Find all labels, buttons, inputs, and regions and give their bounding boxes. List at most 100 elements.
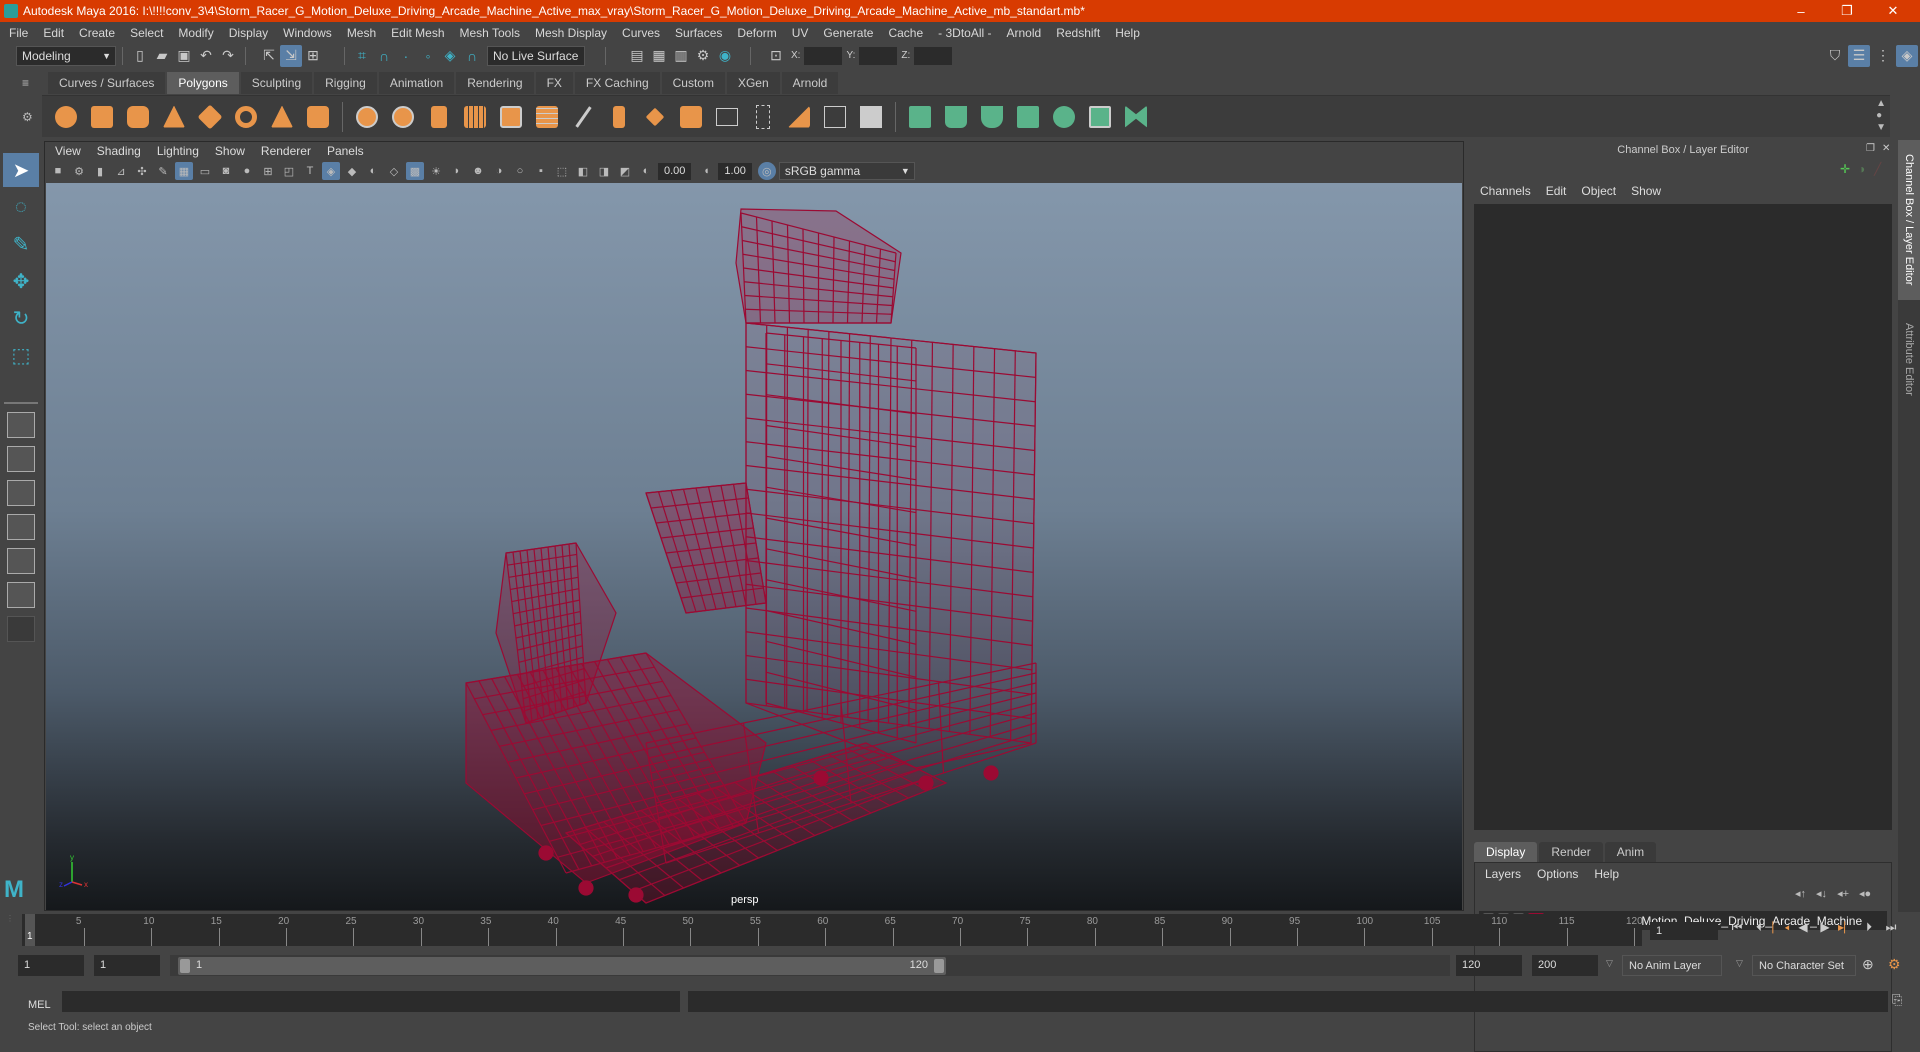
menu-modify[interactable]: Modify — [178, 26, 213, 40]
viewport-menu-view[interactable]: View — [55, 144, 81, 158]
arnold-standard-surface-icon[interactable] — [902, 101, 938, 133]
bridge-icon[interactable] — [637, 101, 673, 133]
snap-surface-icon[interactable]: ◈ — [439, 45, 461, 67]
isolate-select-icon[interactable]: ⬚ — [553, 162, 571, 180]
anim-layer-dropdown[interactable]: No Anim Layer — [1622, 955, 1722, 976]
layer-tab-anim[interactable]: Anim — [1605, 842, 1656, 862]
motion-blur-icon[interactable]: ◑ — [490, 162, 508, 180]
gamma-icon[interactable]: ◖ — [697, 162, 715, 180]
outliner-persp-layout-icon[interactable] — [7, 480, 35, 506]
tool-settings-icon[interactable]: ⋮ — [1872, 45, 1894, 67]
close-panel-icon[interactable]: ✕ — [1882, 143, 1890, 154]
2d-pan-zoom-icon[interactable]: ✣ — [133, 162, 151, 180]
channel-box-toggle-icon[interactable]: ◈ — [1896, 45, 1918, 67]
menu-mesh-tools[interactable]: Mesh Tools — [460, 26, 520, 40]
shelf-tab-arnold[interactable]: Arnold — [782, 72, 839, 94]
grid-icon[interactable]: ▦ — [175, 162, 193, 180]
snap-curve-icon[interactable]: ∩ — [373, 45, 395, 67]
extrude-icon[interactable] — [601, 101, 637, 133]
range-end-handle[interactable] — [934, 959, 944, 973]
x-input[interactable] — [804, 47, 842, 65]
camera-attributes-icon[interactable]: ⚙ — [70, 162, 88, 180]
viewport-menu-panels[interactable]: Panels — [327, 144, 364, 158]
open-scene-icon[interactable]: ▰ — [151, 45, 173, 67]
select-tool-icon[interactable]: ➤ — [3, 153, 39, 187]
wireframe-icon[interactable]: ◈ — [322, 162, 340, 180]
animation-end-field[interactable]: 200 — [1532, 955, 1598, 976]
select-component-icon[interactable]: ⊞ — [302, 45, 324, 67]
make-live-icon[interactable]: ∩ — [461, 45, 483, 67]
script-editor-icon[interactable]: ⎘ — [1892, 992, 1902, 1008]
poly-cone-icon[interactable] — [156, 101, 192, 133]
cb-menu-show[interactable]: Show — [1631, 184, 1661, 198]
poly-cube-icon[interactable] — [84, 101, 120, 133]
xray-joints-icon[interactable]: ◨ — [595, 162, 613, 180]
hyperbolic-icon[interactable]: ╱ — [1874, 162, 1881, 176]
exposure-icon[interactable]: ◐ — [637, 162, 655, 180]
mode-selector[interactable]: Modeling ▼ — [16, 46, 116, 66]
command-language-label[interactable]: MEL — [28, 999, 51, 1011]
playback-start-field[interactable]: 1 — [94, 955, 160, 976]
persp-graph-layout-icon[interactable] — [7, 514, 35, 540]
poly-cylinder-icon[interactable] — [120, 101, 156, 133]
hypershade-icon[interactable]: ◉ — [714, 45, 736, 67]
step-forward-frame-icon[interactable]: ▸⎸ — [1836, 920, 1858, 935]
smooth-shade-icon[interactable]: ◆ — [343, 162, 361, 180]
menu-help[interactable]: Help — [1115, 26, 1140, 40]
default-material-icon[interactable]: ◐ — [364, 162, 382, 180]
save-scene-icon[interactable]: ▣ — [173, 45, 195, 67]
character-set-dropdown[interactable]: No Character Set — [1752, 955, 1856, 976]
ipr-render-icon[interactable]: ▥ — [670, 45, 692, 67]
depth-of-field-icon[interactable]: ▪ — [532, 162, 550, 180]
viewport-menu-shading[interactable]: Shading — [97, 144, 141, 158]
redo-icon[interactable]: ↷ — [217, 45, 239, 67]
snap-point-icon[interactable]: ∙ — [395, 45, 417, 67]
film-gate-icon[interactable]: ▭ — [196, 162, 214, 180]
four-view-layout-icon[interactable] — [7, 446, 35, 472]
poly-plane-icon[interactable] — [192, 101, 228, 133]
hypershade-persp-layout-icon[interactable] — [7, 548, 35, 574]
side-tab-channel-box[interactable]: Channel Box / Layer Editor — [1898, 140, 1920, 300]
bevel-icon[interactable] — [673, 101, 709, 133]
shelf-tab-custom[interactable]: Custom — [662, 72, 725, 94]
shelf-scroll[interactable]: ▲●▼ — [1876, 98, 1886, 134]
restore-button[interactable]: ❐ — [1824, 0, 1870, 22]
new-layer-icon[interactable]: ◂+ — [1837, 887, 1849, 900]
multi-cut-icon[interactable] — [565, 101, 601, 133]
xray-icon[interactable]: ◧ — [574, 162, 592, 180]
new-scene-icon[interactable]: ▯ — [129, 45, 151, 67]
xray-components-icon[interactable]: ◩ — [616, 162, 634, 180]
persp-graph-outliner-layout-icon[interactable] — [7, 582, 35, 608]
gamma-field[interactable]: 1.00 — [718, 163, 751, 180]
anim-layer-chevron-icon[interactable]: ▽ — [1606, 958, 1613, 969]
mirror-icon[interactable] — [421, 101, 457, 133]
snap-view-plane-icon[interactable]: ◦ — [417, 45, 439, 67]
step-forward-key-icon[interactable]: ⏵ — [1858, 920, 1880, 935]
shelf-tab-animation[interactable]: Animation — [379, 72, 454, 94]
cut-uv-icon[interactable] — [781, 101, 817, 133]
menu-curves[interactable]: Curves — [622, 26, 660, 40]
arnold-cube-icon[interactable] — [1010, 101, 1046, 133]
smooth-icon[interactable] — [457, 101, 493, 133]
shelf-menu-icon[interactable]: ≡ — [22, 76, 42, 90]
gate-mask-icon[interactable]: ● — [238, 162, 256, 180]
menu-arnold[interactable]: Arnold — [1007, 26, 1042, 40]
arnold-curve-icon[interactable] — [974, 101, 1010, 133]
exposure-field[interactable]: 0.00 — [658, 163, 691, 180]
color-management-icon[interactable]: ◎ — [758, 162, 776, 180]
reduce-icon[interactable] — [529, 101, 565, 133]
select-object-icon[interactable]: ⇲ — [280, 45, 302, 67]
menu-edit-mesh[interactable]: Edit Mesh — [391, 26, 444, 40]
animation-start-field[interactable]: 1 — [18, 955, 84, 976]
transform-input-icon[interactable]: ⊡ — [765, 45, 787, 67]
shelf-tab-xgen[interactable]: XGen — [727, 72, 780, 94]
arnold-wave-icon[interactable] — [1046, 101, 1082, 133]
shelf-tab-sculpting[interactable]: Sculpting — [241, 72, 312, 94]
layout-options-icon[interactable] — [7, 616, 35, 642]
screen-space-ao-icon[interactable]: ☻ — [469, 162, 487, 180]
layer-menu-layers[interactable]: Layers — [1485, 867, 1521, 881]
poly-pyramid-icon[interactable] — [264, 101, 300, 133]
animation-preferences-icon[interactable]: ⚙ — [1888, 956, 1901, 973]
field-chart-icon[interactable]: ⊞ — [259, 162, 277, 180]
move-layer-up-icon[interactable]: ◂↑ — [1795, 887, 1806, 900]
